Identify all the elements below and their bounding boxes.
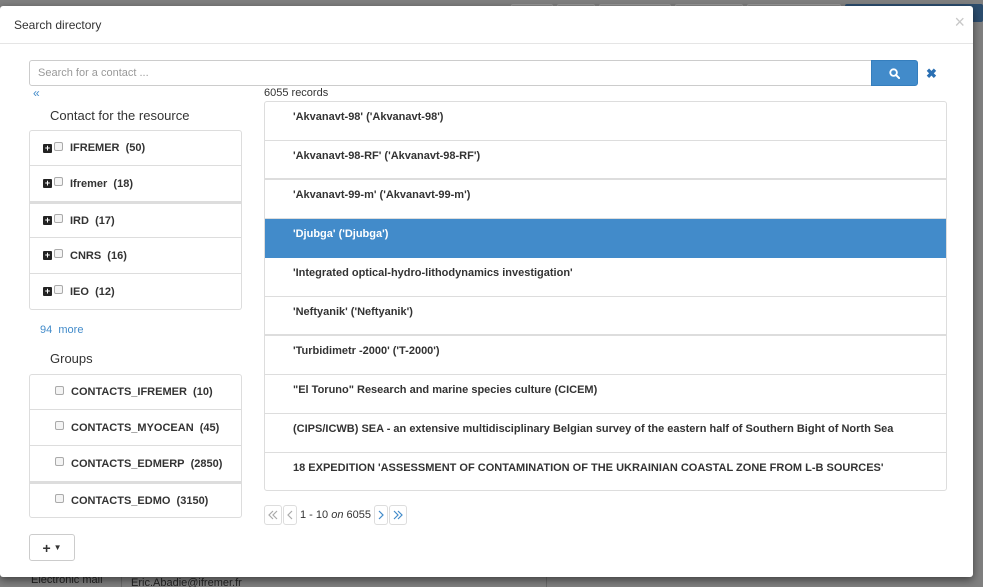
search-button[interactable] xyxy=(871,60,918,86)
facet-checkbox[interactable] xyxy=(54,141,63,151)
page-total: 6055 xyxy=(346,509,371,521)
group-item[interactable]: CONTACTS_EDMERP (2850) xyxy=(29,446,242,482)
plus-icon: + xyxy=(42,539,51,556)
facet-item[interactable]: + IRD (17) xyxy=(29,202,242,238)
facet-title-groups: Groups xyxy=(50,351,93,366)
facet-name: CNRS xyxy=(70,249,102,262)
prev-page-button[interactable] xyxy=(283,505,297,525)
expand-icon[interactable]: + xyxy=(43,179,52,188)
result-item[interactable]: 'Djubga' ('Djubga') xyxy=(265,219,946,258)
group-count: (45) xyxy=(199,421,220,434)
records-count: 6055 records xyxy=(264,87,329,99)
expand-icon[interactable]: + xyxy=(43,216,52,225)
group-item[interactable]: CONTACTS_IFREMER (10) xyxy=(29,374,242,410)
facet-item[interactable]: + IEO (12) xyxy=(29,274,242,310)
collapse-facets-icon[interactable]: « xyxy=(33,86,40,100)
page-range-value: 1 - 10 xyxy=(300,509,329,521)
group-checkbox[interactable] xyxy=(55,421,64,430)
caret-down-icon: ▼ xyxy=(53,543,62,552)
modal-header: Search directory × xyxy=(0,6,973,44)
double-chevron-left-icon xyxy=(268,510,278,520)
chevron-left-icon xyxy=(287,510,293,520)
more-label: more xyxy=(58,324,84,336)
facet-count: (12) xyxy=(95,285,115,298)
double-chevron-right-icon xyxy=(393,510,403,520)
search-icon xyxy=(889,67,900,79)
result-item[interactable]: 18 EXPEDITION 'ASSESSMENT OF CONTAMINATI… xyxy=(265,453,946,490)
group-name: CONTACTS_EDMO xyxy=(71,494,171,507)
facet-name: Ifremer xyxy=(70,177,108,190)
facet-item[interactable]: + CNRS (16) xyxy=(29,238,242,274)
background-field-value: Eric.Abadie@ifremer.fr xyxy=(131,577,242,587)
facet-item[interactable]: + Ifremer (18) xyxy=(29,166,242,202)
expand-icon[interactable]: + xyxy=(43,251,52,260)
search-input[interactable] xyxy=(29,60,872,86)
facet-title-contact: Contact for the resource xyxy=(50,108,190,123)
pagination: 1 - 10 on 6055 xyxy=(264,505,407,525)
facet-checkbox[interactable] xyxy=(54,285,63,294)
group-count: (2850) xyxy=(190,457,223,470)
result-item[interactable]: 'Akvanavt-98' ('Akvanavt-98') xyxy=(265,102,946,141)
group-name: CONTACTS_IFREMER xyxy=(71,386,187,398)
last-page-button[interactable] xyxy=(389,505,407,525)
facet-item[interactable]: + IFREMER (50) xyxy=(29,130,242,166)
add-contact-button[interactable]: + ▼ xyxy=(29,534,75,561)
group-count: (3150) xyxy=(176,494,209,507)
facet-checkbox[interactable] xyxy=(54,177,63,186)
facet-name: IEO xyxy=(70,285,89,298)
result-item[interactable]: (CIPS/ICWB) SEA - an extensive multidisc… xyxy=(265,414,946,453)
first-page-button[interactable] xyxy=(264,505,282,525)
group-name: CONTACTS_EDMERP xyxy=(71,457,185,470)
modal-title: Search directory xyxy=(14,18,102,32)
expand-icon[interactable]: + xyxy=(43,143,52,153)
result-item[interactable]: 'Integrated optical-hydro-lithodynamics … xyxy=(265,258,946,297)
result-item[interactable]: 'Akvanavt-98-RF' ('Akvanavt-98-RF') xyxy=(265,141,946,180)
facet-checkbox[interactable] xyxy=(54,214,63,223)
group-checkbox[interactable] xyxy=(55,385,64,395)
page-on-label: on xyxy=(331,509,344,521)
group-item[interactable]: CONTACTS_MYOCEAN (45) xyxy=(29,410,242,446)
clear-search-icon[interactable]: ✖ xyxy=(926,66,937,82)
facet-checkbox[interactable] xyxy=(54,249,63,258)
facet-name: IFREMER xyxy=(70,142,120,154)
contact-facet-list: + IFREMER (50) + Ifremer (18) + IRD (17)… xyxy=(29,130,242,310)
group-checkbox[interactable] xyxy=(55,457,64,466)
more-facets-link[interactable]: 94 more xyxy=(40,324,83,336)
facet-count: (18) xyxy=(113,177,133,190)
results-list: 'Akvanavt-98' ('Akvanavt-98') 'Akvanavt-… xyxy=(264,101,947,491)
facet-count: (50) xyxy=(125,142,146,154)
groups-facet-list: CONTACTS_IFREMER (10) CONTACTS_MYOCEAN (… xyxy=(29,374,242,518)
result-item[interactable]: "El Toruno" Research and marine species … xyxy=(265,375,946,414)
facet-count: (17) xyxy=(95,214,115,227)
group-checkbox[interactable] xyxy=(55,494,64,503)
facet-name: IRD xyxy=(70,214,89,227)
chevron-right-icon xyxy=(378,510,384,520)
result-item[interactable]: 'Turbidimetr -2000' ('T-2000') xyxy=(265,336,946,375)
close-icon[interactable]: × xyxy=(954,13,965,31)
facet-count: (16) xyxy=(107,249,127,262)
next-page-button[interactable] xyxy=(374,505,388,525)
group-count: (10) xyxy=(193,386,213,398)
group-item[interactable]: CONTACTS_EDMO (3150) xyxy=(29,482,242,518)
group-name: CONTACTS_MYOCEAN xyxy=(71,421,194,434)
more-count: 94 xyxy=(40,324,53,336)
page-range: 1 - 10 on 6055 xyxy=(300,509,371,521)
expand-icon[interactable]: + xyxy=(43,287,52,296)
result-item[interactable]: 'Akvanavt-99-m' ('Akvanavt-99-m') xyxy=(265,180,946,219)
search-directory-modal: Search directory × ✖ « Contact for the r… xyxy=(0,6,973,577)
result-item[interactable]: 'Neftyanik' ('Neftyanik') xyxy=(265,297,946,336)
